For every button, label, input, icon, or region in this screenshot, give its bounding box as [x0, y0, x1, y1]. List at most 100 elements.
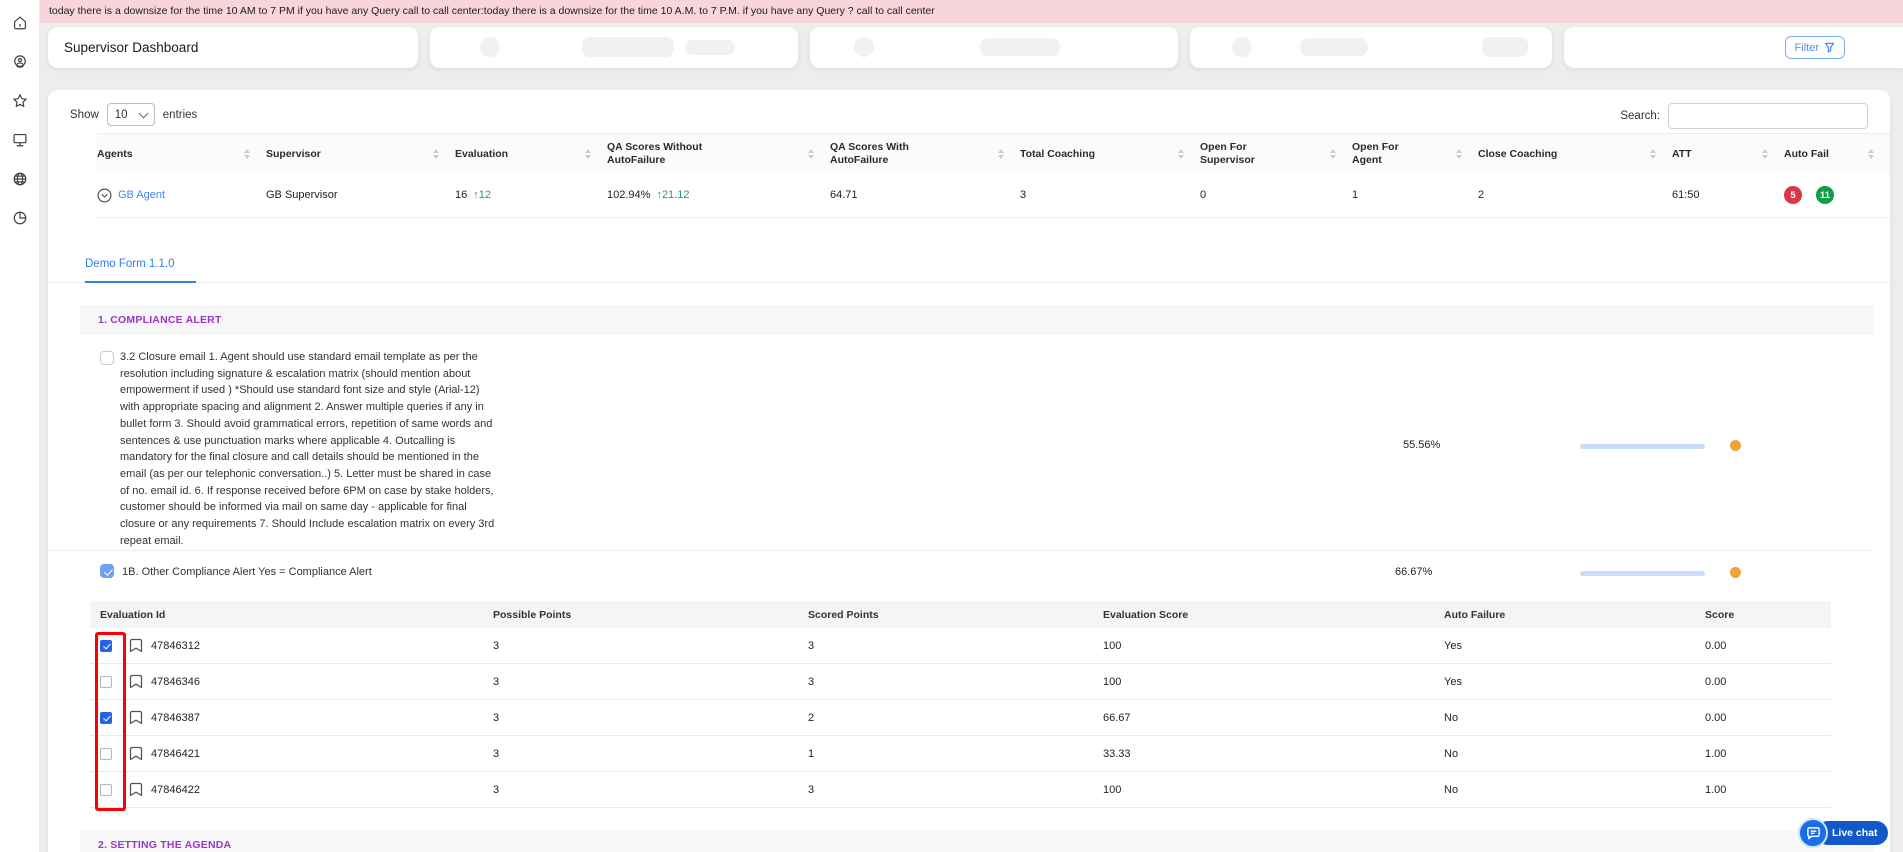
- question-percent: 55.56%: [1403, 439, 1440, 451]
- question-checkbox[interactable]: [100, 351, 114, 365]
- bookmark-icon[interactable]: [129, 746, 143, 761]
- subtable-col-evaluation-score: Evaluation Score: [1103, 609, 1444, 621]
- sort-icon[interactable]: [1456, 149, 1462, 159]
- evaluation-row: 47846387 3 2 66.67 No 0.00: [90, 700, 1831, 736]
- user-badge-icon[interactable]: [11, 53, 29, 71]
- agents-table: Agents Supervisor Evaluation QA Scores W…: [97, 133, 1890, 218]
- subquestion-text: 1B. Other Compliance Alert Yes = Complia…: [122, 566, 372, 578]
- filter-card: Filter: [1564, 27, 1903, 68]
- total-coaching-cell: 3: [1020, 189, 1200, 201]
- sort-icon[interactable]: [1330, 149, 1336, 159]
- filter-button[interactable]: Filter: [1785, 36, 1845, 59]
- live-chat-button[interactable]: Live chat: [1798, 818, 1890, 848]
- att-cell: 61:50: [1672, 189, 1784, 201]
- search-input[interactable]: [1668, 103, 1868, 129]
- evaluation-checkbox[interactable]: [100, 640, 112, 652]
- close-coaching-cell: 2: [1478, 189, 1672, 201]
- score-cell: 0.00: [1705, 640, 1831, 652]
- score-cell: 1.00: [1705, 748, 1831, 760]
- column-header-close-coaching[interactable]: Close Coaching: [1478, 148, 1672, 161]
- evaluation-id[interactable]: 47846421: [151, 748, 200, 760]
- evaluation-row: 47846422 3 3 100 No 1.00: [90, 772, 1831, 808]
- blurred-content: [1300, 38, 1368, 56]
- entries-select-value: 10: [115, 109, 128, 121]
- column-header-evaluation[interactable]: Evaluation: [455, 148, 607, 161]
- pass-badge[interactable]: 11: [1816, 186, 1834, 204]
- sort-icon[interactable]: [585, 149, 591, 159]
- evaluation-checkbox[interactable]: [100, 784, 112, 796]
- agent-row: GB Agent GB Supervisor 16↑12 102.94%↑21.…: [97, 174, 1890, 218]
- page-title: Supervisor Dashboard: [48, 27, 418, 68]
- column-header-supervisor[interactable]: Supervisor: [266, 148, 455, 161]
- column-header-open-for-supervisor[interactable]: Open For Supervisor: [1200, 141, 1352, 167]
- possible-points-cell: 3: [493, 748, 808, 760]
- column-header-qa-without-autofailure[interactable]: QA Scores Without AutoFailure: [607, 141, 830, 167]
- score-cell: 1.00: [1705, 784, 1831, 796]
- column-header-open-for-agent[interactable]: Open For Agent: [1352, 141, 1478, 167]
- show-label: Show: [70, 109, 99, 121]
- question-progress-bar: [1580, 444, 1705, 449]
- auto-fail-badge[interactable]: 5: [1784, 186, 1802, 204]
- evaluation-score-cell: 33.33: [1103, 748, 1444, 760]
- scored-points-cell: 2: [808, 712, 1103, 724]
- evaluation-id[interactable]: 47846346: [151, 676, 200, 688]
- entries-label: entries: [163, 109, 198, 121]
- sort-icon[interactable]: [1762, 149, 1768, 159]
- possible-points-cell: 3: [493, 784, 808, 796]
- column-header-auto-fail[interactable]: Auto Fail: [1784, 148, 1890, 161]
- alert-banner: today there is a downsize for the time 1…: [40, 0, 1903, 23]
- agent-link[interactable]: GB Agent: [118, 189, 165, 201]
- monitor-icon[interactable]: [11, 131, 29, 149]
- sort-icon[interactable]: [1868, 149, 1874, 159]
- home-icon[interactable]: [11, 14, 29, 32]
- sort-icon[interactable]: [433, 149, 439, 159]
- evaluation-id[interactable]: 47846387: [151, 712, 200, 724]
- entries-select[interactable]: 10: [107, 103, 155, 126]
- question-closure-email: 3.2 Closure email 1. Agent should use st…: [48, 335, 1873, 551]
- evaluation-id[interactable]: 47846422: [151, 784, 200, 796]
- subquestion-checkbox[interactable]: [100, 564, 114, 578]
- evaluation-score-cell: 100: [1103, 784, 1444, 796]
- tab-demo-form[interactable]: Demo Form 1.1.0: [85, 258, 196, 283]
- evaluation-checkbox[interactable]: [100, 748, 112, 760]
- bookmark-icon[interactable]: [129, 674, 143, 689]
- column-header-qa-with-autofailure[interactable]: QA Scores With AutoFailure: [830, 141, 1020, 167]
- search-label: Search:: [1620, 110, 1660, 122]
- evaluation-row: 47846421 3 1 33.33 No 1.00: [90, 736, 1831, 772]
- evaluation-row: 47846312 3 3 100 Yes 0.00: [90, 628, 1831, 664]
- blurred-content: [1482, 37, 1528, 57]
- sort-icon[interactable]: [998, 149, 1004, 159]
- open-for-supervisor-cell: 0: [1200, 189, 1352, 201]
- column-header-att[interactable]: ATT: [1672, 148, 1784, 161]
- evaluation-id[interactable]: 47846312: [151, 640, 200, 652]
- globe-icon[interactable]: [11, 170, 29, 188]
- possible-points-cell: 3: [493, 640, 808, 652]
- sort-icon[interactable]: [1650, 149, 1656, 159]
- subtable-col-scored-points: Scored Points: [808, 609, 1103, 621]
- agents-table-header: Agents Supervisor Evaluation QA Scores W…: [97, 134, 1890, 174]
- evaluation-checkbox[interactable]: [100, 712, 112, 724]
- scored-points-cell: 1: [808, 748, 1103, 760]
- bookmark-icon[interactable]: [129, 638, 143, 653]
- collapse-row-icon[interactable]: [97, 188, 112, 203]
- scored-points-cell: 3: [808, 640, 1103, 652]
- subquestion-progress-bar: [1580, 571, 1705, 576]
- evaluation-cell: 16↑12: [455, 189, 607, 201]
- sort-icon[interactable]: [244, 149, 250, 159]
- column-header-agents[interactable]: Agents: [97, 148, 266, 161]
- star-icon[interactable]: [11, 92, 29, 110]
- section-setting-the-agenda: 2. SETTING THE AGENDA: [80, 830, 1873, 852]
- supervisor-cell: GB Supervisor: [266, 189, 455, 201]
- score-cell: 0.00: [1705, 712, 1831, 724]
- evaluation-score-cell: 100: [1103, 640, 1444, 652]
- sort-icon[interactable]: [1178, 149, 1184, 159]
- form-tabbar: Demo Form 1.1.0: [48, 258, 1890, 283]
- bookmark-icon[interactable]: [129, 710, 143, 725]
- sort-icon[interactable]: [808, 149, 814, 159]
- bookmark-icon[interactable]: [129, 782, 143, 797]
- evaluation-checkbox[interactable]: [100, 676, 112, 688]
- chevron-down-icon: [138, 108, 148, 118]
- column-header-total-coaching[interactable]: Total Coaching: [1020, 148, 1200, 161]
- pie-chart-icon[interactable]: [11, 209, 29, 227]
- funnel-icon: [1824, 42, 1835, 53]
